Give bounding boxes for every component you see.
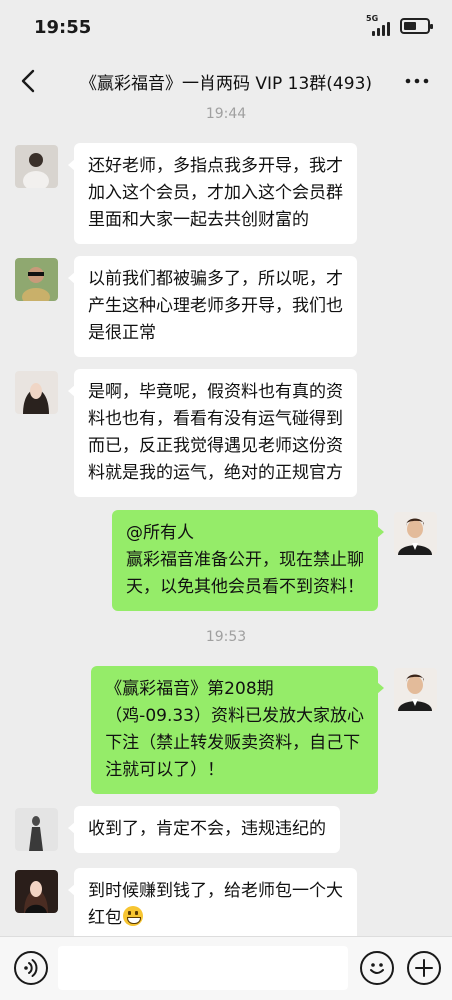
emoji-button[interactable] — [360, 951, 394, 985]
status-icons: 5G — [366, 14, 433, 36]
message-bubble[interactable]: 以前我们都被骗多了，所以呢，才 产生这种心理老师多开导，我们也 是很正常 — [68, 256, 357, 357]
avatar[interactable] — [394, 668, 437, 711]
more-dots-icon[interactable] — [404, 70, 430, 92]
message-row: 以前我们都被骗多了，所以呢，才 产生这种心理老师多开导，我们也 是很正常 — [0, 256, 452, 357]
grinning-face-icon — [123, 906, 143, 926]
message-row: @所有人 赢彩福音准备公开，现在禁止聊 天，以免其他会员看不到资料！ — [0, 510, 452, 611]
avatar[interactable] — [15, 258, 58, 301]
chevron-left-icon[interactable] — [18, 68, 40, 94]
voice-icon — [24, 959, 38, 977]
status-time: 19:55 — [34, 17, 92, 38]
cellular-signal-icon: 5G — [366, 14, 392, 36]
input-bar — [0, 936, 452, 1000]
smiley-icon — [370, 963, 384, 974]
message-row: 收到了，肯定不会，违规违纪的 — [0, 806, 452, 856]
message-bubble[interactable]: 收到了，肯定不会，违规违纪的 — [68, 806, 340, 853]
status-bar: 19:55 5G — [0, 0, 452, 56]
message-row: 到时候赚到钱了，给老师包一个大 红包 — [0, 868, 452, 942]
timestamp: 19:44 — [205, 106, 247, 122]
message-row: 《赢彩福音》第208期 （鸡-09.33）资料已发放大家放心 下注（禁止转发贩卖… — [0, 666, 452, 794]
message-bubble[interactable]: 到时候赚到钱了，给老师包一个大 红包 — [68, 868, 357, 942]
message-input[interactable] — [58, 946, 348, 990]
message-bubble[interactable]: 还好老师，多指点我多开导，我才 加入这个会员，才加入这个会员群 里面和大家一起去… — [68, 143, 357, 244]
message-row: 是啊，毕竟呢，假资料也有真的资 料也也有，看看有没有运气碰得到 而已，反正我觉得… — [0, 369, 452, 497]
battery-icon — [400, 18, 433, 34]
timestamp: 19:53 — [205, 629, 247, 645]
voice-button[interactable] — [14, 951, 48, 985]
message-bubble[interactable]: 《赢彩福音》第208期 （鸡-09.33）资料已发放大家放心 下注（禁止转发贩卖… — [91, 666, 384, 794]
message-row: 还好老师，多指点我多开导，我才 加入这个会员，才加入这个会员群 里面和大家一起去… — [0, 143, 452, 244]
avatar[interactable] — [15, 145, 58, 188]
chat-header: 《赢彩福音》一肖两码 VIP 13群(493) — [0, 56, 452, 106]
chat-title: 《赢彩福音》一肖两码 VIP 13群(493) — [79, 74, 373, 94]
plus-icon — [415, 959, 433, 977]
avatar[interactable] — [15, 808, 58, 851]
more-functions-button[interactable] — [407, 951, 441, 985]
avatar[interactable] — [394, 512, 437, 555]
avatar[interactable] — [15, 870, 58, 913]
message-bubble[interactable]: @所有人 赢彩福音准备公开，现在禁止聊 天，以免其他会员看不到资料！ — [112, 510, 384, 611]
avatar[interactable] — [15, 371, 58, 414]
message-bubble[interactable]: 是啊，毕竟呢，假资料也有真的资 料也也有，看看有没有运气碰得到 而已，反正我觉得… — [68, 369, 357, 497]
